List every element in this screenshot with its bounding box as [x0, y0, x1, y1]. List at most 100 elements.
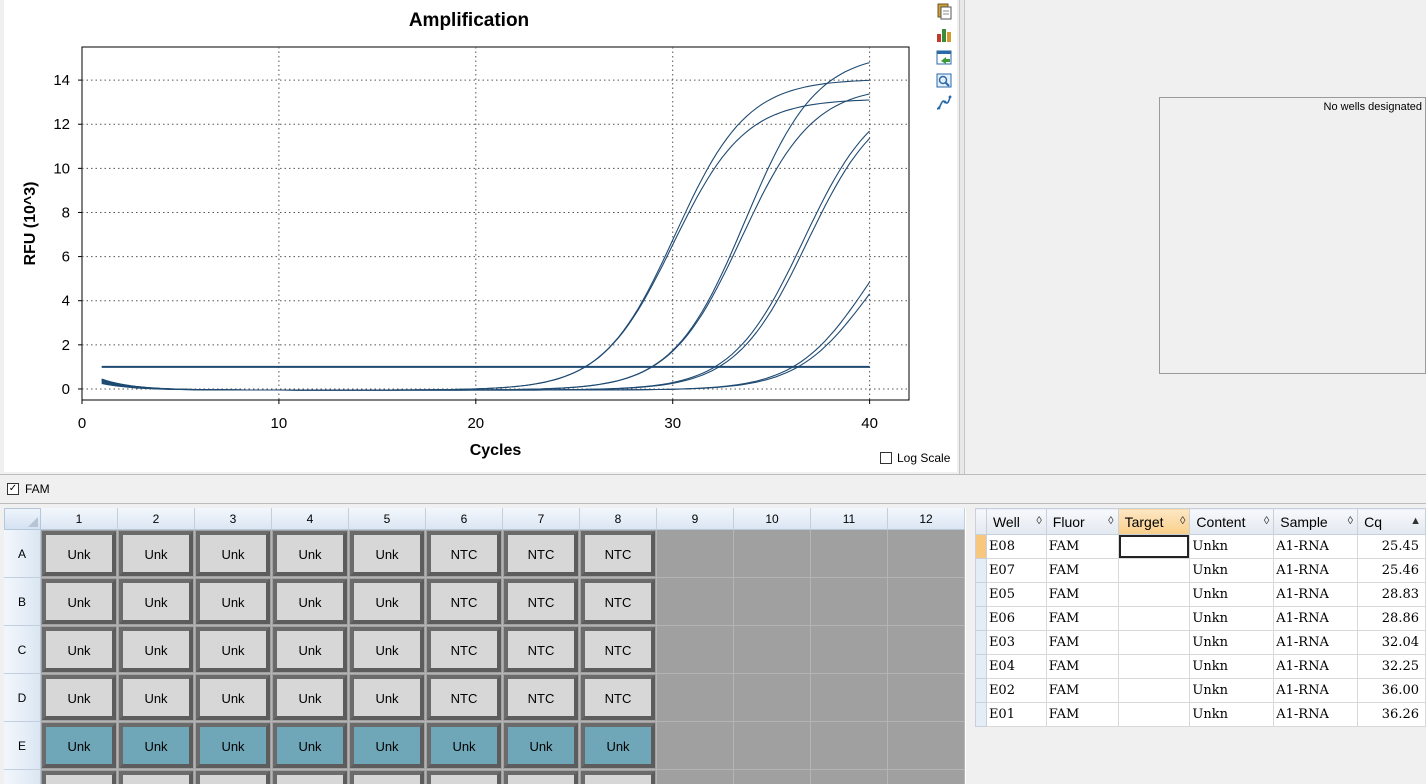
cell-content[interactable]: Unkn	[1189, 630, 1275, 655]
well-content-label[interactable]: Unk	[350, 531, 424, 576]
column-header-well[interactable]: Well ◊	[985, 508, 1047, 535]
plate-column-header[interactable]: 12	[888, 508, 965, 530]
cell-cq[interactable]: 32.25	[1357, 654, 1426, 679]
plate-well[interactable]: Unk	[41, 530, 118, 578]
plate-well[interactable]: Unk	[195, 578, 272, 626]
well-content-label[interactable]	[427, 771, 501, 784]
plate-well[interactable]	[657, 722, 734, 770]
table-row[interactable]: E02 FAM Unkn A1-RNA 36.00	[975, 678, 1426, 703]
plate-well[interactable]: Unk	[41, 626, 118, 674]
well-content-label[interactable]: Unk	[196, 579, 270, 624]
table-row[interactable]: E05 FAM Unkn A1-RNA 28.83	[975, 582, 1426, 607]
plate-well[interactable]: Unk	[118, 578, 195, 626]
cell-sample[interactable]: A1-RNA	[1273, 558, 1359, 583]
plate-well[interactable]	[734, 674, 811, 722]
copy-icon[interactable]	[935, 2, 953, 20]
well-content-label[interactable]: NTC	[427, 627, 501, 672]
plate-well[interactable]	[811, 578, 888, 626]
cell-sample[interactable]: A1-RNA	[1273, 582, 1359, 607]
plate-well[interactable]	[811, 770, 888, 784]
well-content-label[interactable]: Unk	[196, 723, 270, 768]
log-scale-checkbox[interactable]: Log Scale	[880, 451, 950, 465]
well-content-label[interactable]	[504, 771, 578, 784]
plate-column-header[interactable]: 8	[580, 508, 657, 530]
plate-well[interactable]: Unk	[195, 722, 272, 770]
plate-well[interactable]: NTC	[580, 578, 657, 626]
plate-well[interactable]: Unk	[118, 674, 195, 722]
row-selector[interactable]	[975, 630, 987, 655]
cell-sample[interactable]: A1-RNA	[1273, 702, 1359, 727]
well-content-label[interactable]: Unk	[504, 723, 578, 768]
well-content-label[interactable]: Unk	[42, 723, 116, 768]
column-header-sample[interactable]: Sample ◊	[1273, 508, 1359, 535]
well-content-label[interactable]: Unk	[350, 627, 424, 672]
plate-well[interactable]	[734, 722, 811, 770]
plate-row-header[interactable]: D	[4, 674, 41, 722]
well-content-label[interactable]: NTC	[504, 627, 578, 672]
cell-cq[interactable]: 32.04	[1357, 630, 1426, 655]
plate-well[interactable]	[426, 770, 503, 784]
cell-content[interactable]: Unkn	[1189, 606, 1275, 631]
cell-cq[interactable]: 28.83	[1357, 582, 1426, 607]
cell-target[interactable]	[1117, 606, 1191, 631]
column-header-content[interactable]: Content ◊	[1189, 508, 1275, 535]
well-content-label[interactable]: NTC	[581, 531, 655, 576]
well-content-label[interactable]	[42, 771, 116, 784]
plate-well[interactable]: NTC	[580, 626, 657, 674]
plate-well[interactable]	[734, 626, 811, 674]
cell-content[interactable]: Unkn	[1189, 654, 1275, 679]
well-content-label[interactable]: Unk	[427, 723, 501, 768]
plate-well[interactable]: Unk	[118, 530, 195, 578]
plate-row-header[interactable]: E	[4, 722, 41, 770]
cell-well[interactable]: E04	[985, 654, 1047, 679]
well-content-label[interactable]: Unk	[350, 723, 424, 768]
plate-well[interactable]: Unk	[118, 722, 195, 770]
plate-column-header[interactable]: 3	[195, 508, 272, 530]
plate-well[interactable]: Unk	[349, 722, 426, 770]
plate-well[interactable]: NTC	[580, 530, 657, 578]
export-icon[interactable]	[935, 48, 953, 66]
plate-well[interactable]	[657, 770, 734, 784]
sort-icon[interactable]: ◊	[1180, 515, 1185, 527]
plate-column-header[interactable]: 6	[426, 508, 503, 530]
well-content-label[interactable]: NTC	[504, 675, 578, 720]
plate-well[interactable]	[657, 626, 734, 674]
plate-well[interactable]: NTC	[503, 674, 580, 722]
cell-well[interactable]: E02	[985, 678, 1047, 703]
well-content-label[interactable]	[119, 771, 193, 784]
well-content-label[interactable]: Unk	[350, 579, 424, 624]
plate-column-header[interactable]: 9	[657, 508, 734, 530]
plate-well[interactable]: Unk	[349, 530, 426, 578]
well-content-label[interactable]: NTC	[427, 579, 501, 624]
plate-well[interactable]: NTC	[426, 530, 503, 578]
well-content-label[interactable]: NTC	[581, 579, 655, 624]
zoom-icon[interactable]	[935, 71, 953, 89]
well-content-label[interactable]	[581, 771, 655, 784]
well-content-label[interactable]: NTC	[581, 675, 655, 720]
well-content-label[interactable]	[273, 771, 347, 784]
plate-well[interactable]: NTC	[503, 530, 580, 578]
plate-well[interactable]: Unk	[272, 626, 349, 674]
amplification-chart[interactable]: 0 10 20 30 40 0 2 4 6 8 10 12 14 Cycles RFU (10^3)	[4, 0, 934, 472]
plate-well[interactable]: NTC	[580, 674, 657, 722]
row-selector-header[interactable]	[975, 508, 987, 535]
well-content-label[interactable]: Unk	[196, 627, 270, 672]
plate-well[interactable]: NTC	[503, 626, 580, 674]
plate-well[interactable]: Unk	[41, 722, 118, 770]
cell-target[interactable]	[1117, 582, 1191, 607]
well-content-label[interactable]: NTC	[504, 579, 578, 624]
well-content-label[interactable]: Unk	[42, 627, 116, 672]
log-scale-box[interactable]	[880, 452, 892, 464]
sort-icon[interactable]: ◊	[1108, 515, 1113, 527]
well-content-label[interactable]: NTC	[427, 531, 501, 576]
plate-well[interactable]	[657, 578, 734, 626]
cell-content[interactable]: Unkn	[1189, 582, 1275, 607]
plate-well[interactable]	[811, 722, 888, 770]
chart-options-icon[interactable]	[935, 25, 953, 43]
plate-well[interactable]: Unk	[349, 578, 426, 626]
plate-well[interactable]: Unk	[349, 674, 426, 722]
well-content-label[interactable]: Unk	[119, 579, 193, 624]
cell-fluor[interactable]: FAM	[1045, 606, 1119, 631]
table-row[interactable]: E07 FAM Unkn A1-RNA 25.46	[975, 558, 1426, 583]
cell-sample[interactable]: A1-RNA	[1273, 678, 1359, 703]
